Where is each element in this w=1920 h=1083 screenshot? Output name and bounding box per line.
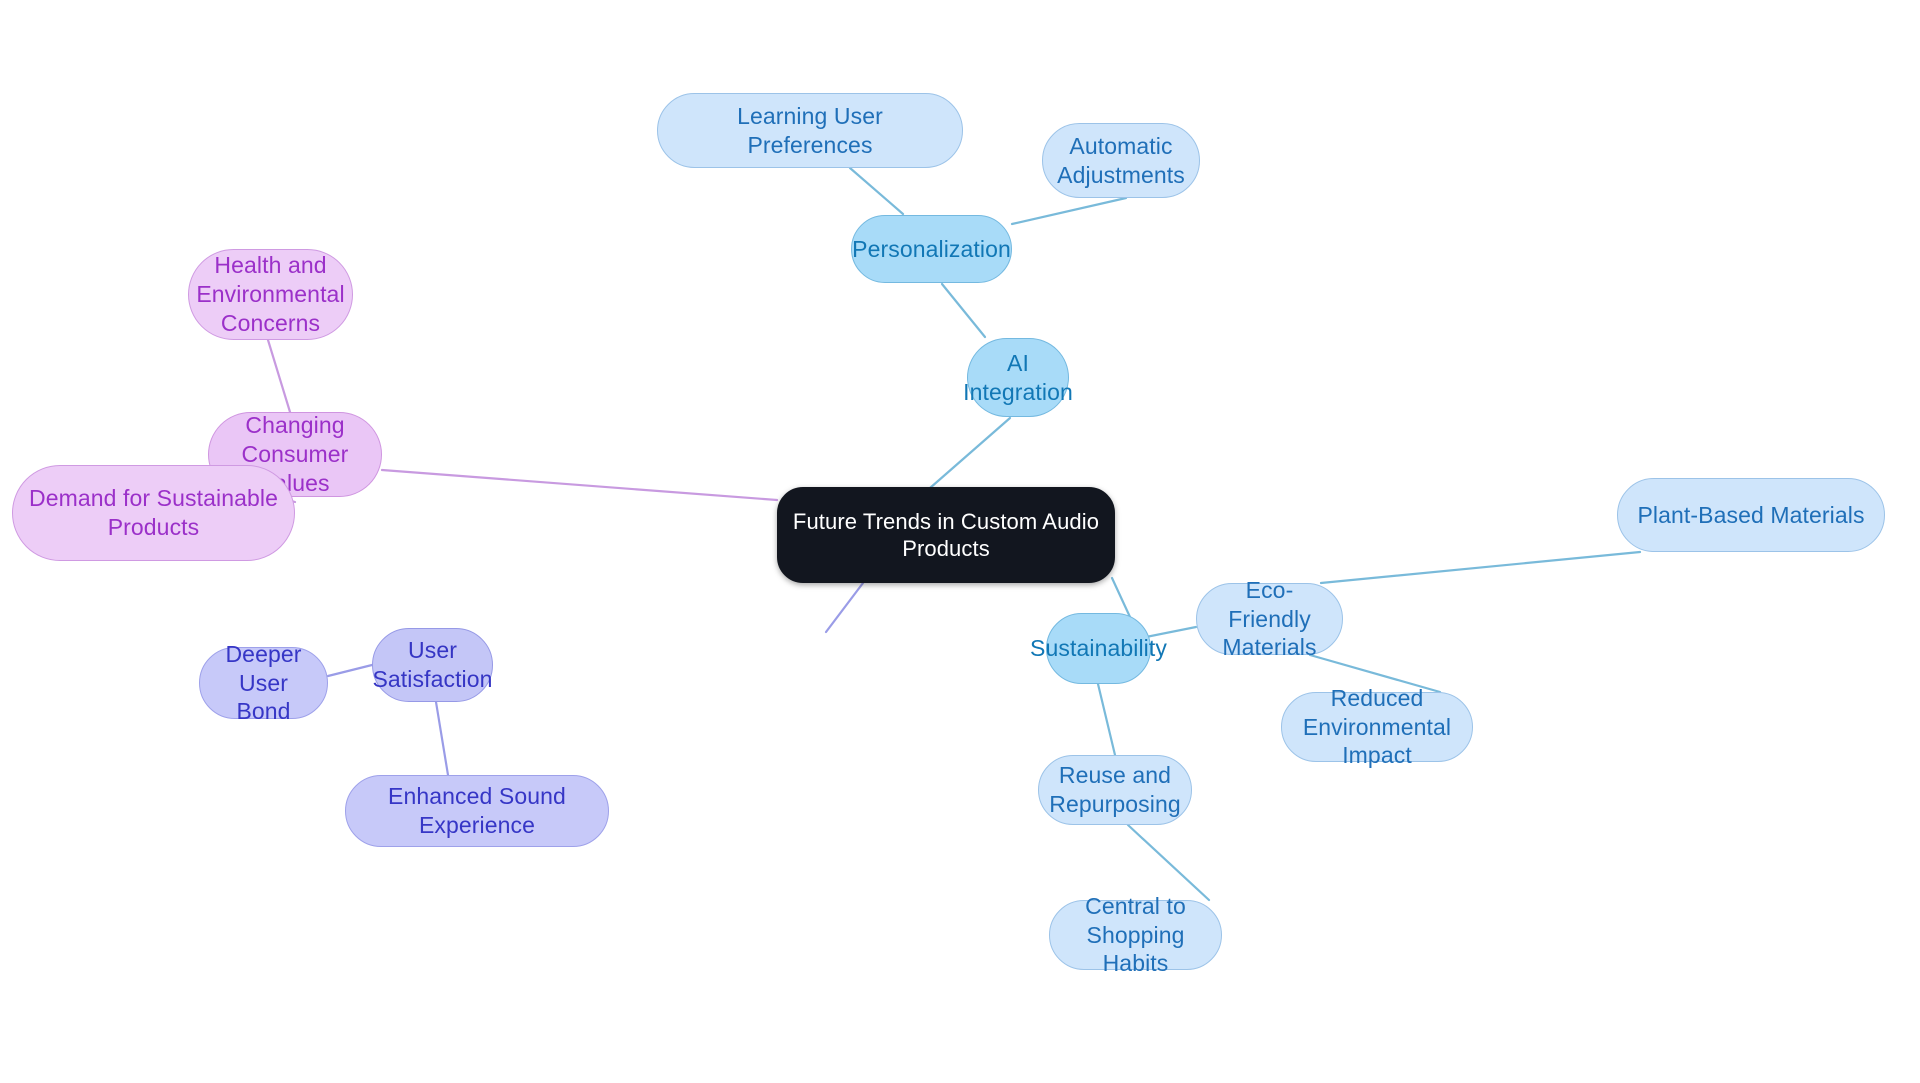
- mindmap-root-node[interactable]: Future Trends in Custom Audio Products: [777, 487, 1115, 583]
- mindmap-node-label-plant-based-materials: Plant-Based Materials: [1637, 501, 1865, 528]
- mindmap-node-label-automatic-adjustments: Automatic Adjustments: [1057, 132, 1185, 188]
- mindmap-node-health-and-environmental-concerns[interactable]: Health and Environmental Concerns: [188, 249, 353, 340]
- mindmap-node-label-central-to-shopping-habits: Central to Shopping Habits: [1085, 892, 1186, 977]
- mindmap-node-label-sustainability: Sustainability: [1030, 635, 1167, 662]
- mindmap-node-label-demand-for-sustainable-products: Demand for Sustainable Products: [29, 485, 278, 540]
- edge-changing-consumer-values-to-health-and-environmental-concerns: [266, 338, 292, 414]
- mindmap-node-label-learning-user-preferences: Learning User Preferences: [737, 102, 883, 158]
- edge-sustainability-to-reuse-and-repurposing: [1096, 682, 1117, 757]
- mindmap-node-central-to-shopping-habits[interactable]: Central to Shopping Habits: [1049, 893, 1222, 976]
- mindmap-node-automatic-adjustments[interactable]: Automatic Adjustments: [1042, 123, 1200, 198]
- edge-root-to-user-satisfaction: [824, 581, 865, 634]
- mindmap-node-label-reduced-environmental-impact: Reduced Environmental Impact: [1302, 684, 1452, 769]
- mindmap-node-label-reuse-and-repurposing: Reuse and Repurposing: [1049, 762, 1181, 817]
- edge-eco-friendly-materials-to-plant-based-materials: [1319, 550, 1642, 585]
- edge-root-to-ai-integration: [928, 416, 1012, 490]
- mindmap-node-label-personalization: Personalization: [852, 235, 1011, 262]
- edge-personalization-to-automatic-adjustments: [1010, 196, 1128, 226]
- edge-root-to-sustainability: [1110, 576, 1132, 619]
- mindmap-node-label-eco-friendly-materials: Eco-Friendly Materials: [1222, 576, 1317, 661]
- mindmap-node-learning-user-preferences[interactable]: Learning User Preferences: [657, 93, 963, 168]
- mindmap-node-ai-integration[interactable]: AI Integration: [963, 338, 1073, 417]
- mindmap-node-personalization[interactable]: Personalization: [851, 215, 1012, 283]
- edge-personalization-to-learning-user-preferences: [848, 166, 905, 216]
- mindmap-node-plant-based-materials[interactable]: Plant-Based Materials: [1617, 478, 1885, 552]
- mindmap-node-reuse-and-repurposing[interactable]: Reuse and Repurposing: [1038, 755, 1192, 825]
- mindmap-node-label-user-satisfaction: User Satisfaction: [372, 637, 493, 692]
- mindmap-node-user-satisfaction[interactable]: User Satisfaction: [372, 628, 493, 702]
- edge-reuse-and-repurposing-to-central-to-shopping-habits: [1126, 823, 1211, 902]
- mindmap-node-label-health-and-environmental-concerns: Health and Environmental Concerns: [196, 252, 345, 336]
- mindmap-node-deeper-user-bond[interactable]: Deeper User Bond: [199, 641, 328, 724]
- mindmap-node-sustainability[interactable]: Sustainability: [1030, 613, 1167, 684]
- mindmap-node-enhanced-sound-experience[interactable]: Enhanced Sound Experience: [345, 775, 609, 847]
- mindmap-node-label-deeper-user-bond: Deeper User Bond: [225, 640, 302, 725]
- mindmap-canvas: Future Trends in Custom Audio Products AI…: [0, 0, 1920, 1083]
- edge-user-satisfaction-to-deeper-user-bond: [326, 663, 374, 678]
- edge-user-satisfaction-to-enhanced-sound-experience: [434, 700, 450, 777]
- edge-ai-integration-to-personalization: [940, 282, 987, 339]
- mindmap-node-eco-friendly-materials[interactable]: Eco-Friendly Materials: [1196, 577, 1343, 660]
- mindmap-node-reduced-environmental-impact[interactable]: Reduced Environmental Impact: [1281, 685, 1473, 768]
- mindmap-root-label: Future Trends in Custom Audio Products: [792, 508, 1100, 562]
- edge-root-to-changing-consumer-values: [380, 468, 779, 502]
- mindmap-node-demand-for-sustainable-products[interactable]: Demand for Sustainable Products: [12, 465, 295, 561]
- mindmap-node-label-enhanced-sound-experience: Enhanced Sound Experience: [388, 783, 566, 838]
- mindmap-node-label-ai-integration: AI Integration: [963, 349, 1073, 405]
